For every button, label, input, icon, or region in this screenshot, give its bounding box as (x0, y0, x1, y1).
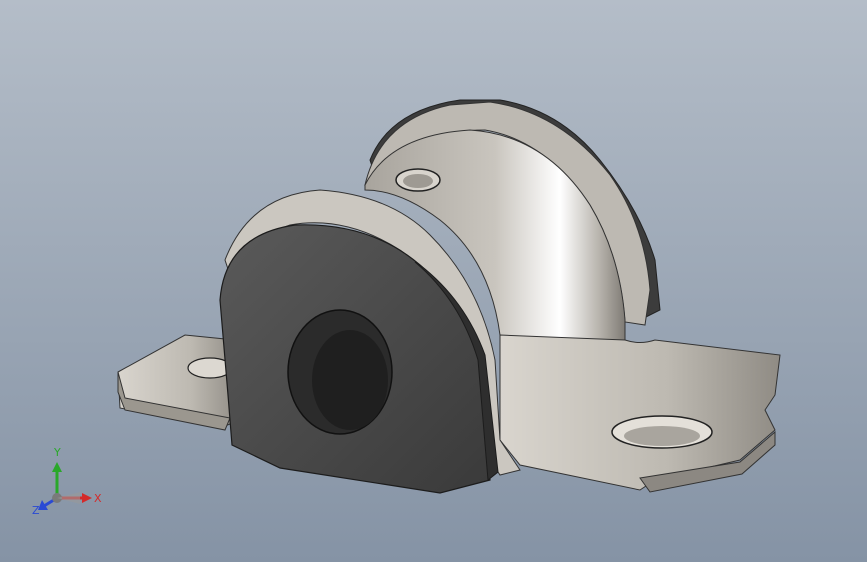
coordinate-triad: Y X Z (32, 446, 102, 517)
model-view[interactable] (0, 0, 867, 562)
bushing-bore-inner (312, 330, 388, 430)
triad-z-label: Z (32, 504, 40, 517)
triad-y-label: Y (53, 446, 61, 459)
triad-y-arrow (52, 462, 62, 472)
triad-x-label: X (94, 492, 102, 505)
bracket-top-hole-inner (403, 174, 433, 188)
graphics-viewport[interactable]: Y X Z (0, 0, 867, 562)
triad-plane (57, 492, 80, 504)
triad-x-arrow (82, 493, 92, 503)
bracket-right-hole-inner (624, 426, 700, 446)
